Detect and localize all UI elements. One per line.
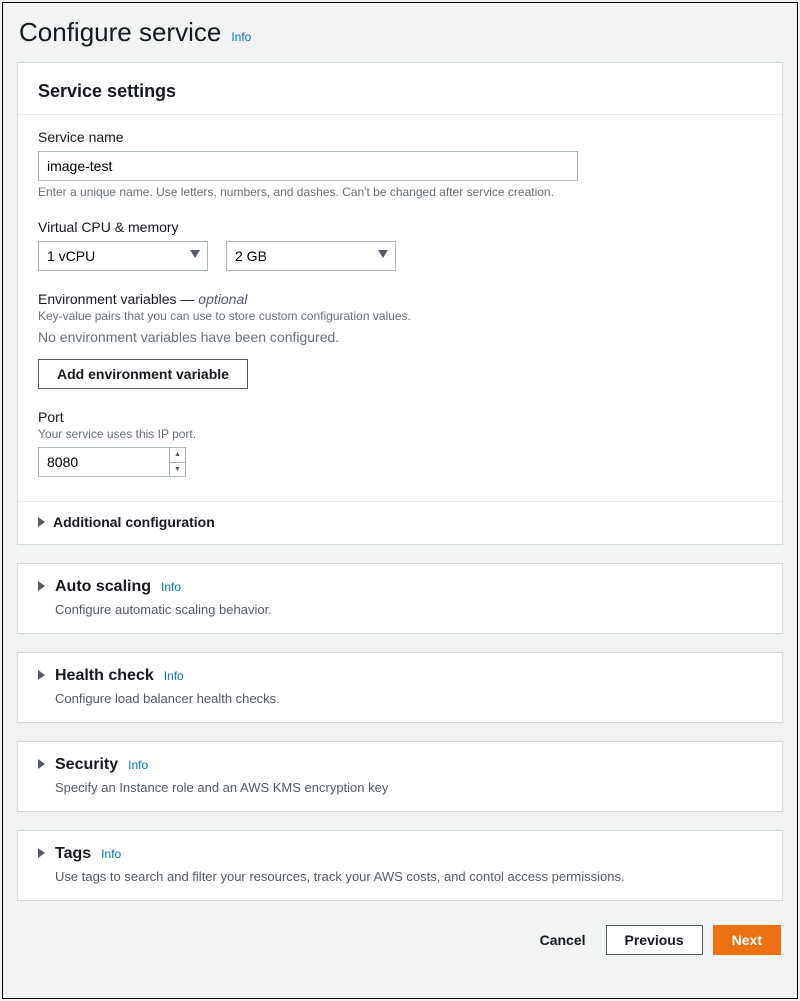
service-settings-title: Service settings [38, 81, 762, 102]
vcpu-select[interactable]: 1 vCPU [38, 241, 208, 271]
health-check-info-link[interactable]: Info [164, 669, 184, 683]
caret-right-icon [38, 848, 45, 858]
add-env-var-button[interactable]: Add environment variable [38, 359, 248, 389]
security-title: Security [55, 756, 118, 774]
cpu-memory-group: Virtual CPU & memory 1 vCPU 2 GB [38, 219, 762, 271]
tags-title: Tags [55, 845, 91, 863]
additional-config-expander[interactable]: Additional configuration [18, 502, 782, 544]
page-info-link[interactable]: Info [231, 30, 251, 44]
tags-header[interactable]: Tags Info [38, 845, 762, 863]
port-input[interactable] [39, 448, 169, 476]
security-panel: Security Info Specify an Instance role a… [17, 741, 783, 812]
env-vars-empty: No environment variables have been confi… [38, 329, 762, 345]
security-desc: Specify an Instance role and an AWS KMS … [55, 780, 762, 795]
env-vars-group: Environment variables — optional Key-val… [38, 291, 762, 389]
auto-scaling-info-link[interactable]: Info [161, 580, 181, 594]
page-title: Configure service [19, 17, 221, 48]
auto-scaling-panel: Auto scaling Info Configure automatic sc… [17, 563, 783, 634]
service-name-hint: Enter a unique name. Use letters, number… [38, 185, 762, 199]
caret-right-icon [38, 581, 45, 591]
next-button[interactable]: Next [713, 925, 781, 955]
caret-right-icon [38, 759, 45, 769]
cpu-memory-label: Virtual CPU & memory [38, 219, 762, 235]
port-step-down[interactable]: ▼ [170, 463, 185, 477]
security-header[interactable]: Security Info [38, 756, 762, 774]
cancel-button[interactable]: Cancel [530, 926, 596, 954]
health-check-desc: Configure load balancer health checks. [55, 691, 762, 706]
port-step-up[interactable]: ▲ [170, 448, 185, 463]
page-header: Configure service Info [19, 17, 783, 48]
service-name-group: Service name Enter a unique name. Use le… [38, 129, 762, 199]
auto-scaling-header[interactable]: Auto scaling Info [38, 578, 762, 596]
port-label: Port [38, 409, 762, 425]
env-vars-optional: optional [198, 291, 247, 307]
tags-panel: Tags Info Use tags to search and filter … [17, 830, 783, 901]
auto-scaling-desc: Configure automatic scaling behavior. [55, 602, 762, 617]
auto-scaling-title: Auto scaling [55, 578, 151, 596]
health-check-header[interactable]: Health check Info [38, 667, 762, 685]
security-info-link[interactable]: Info [128, 758, 148, 772]
health-check-panel: Health check Info Configure load balance… [17, 652, 783, 723]
tags-info-link[interactable]: Info [101, 847, 121, 861]
service-name-input[interactable] [38, 151, 578, 181]
service-name-label: Service name [38, 129, 762, 145]
caret-right-icon [38, 670, 45, 680]
env-vars-label: Environment variables — [38, 291, 194, 307]
tags-desc: Use tags to search and filter your resou… [55, 869, 762, 884]
service-settings-panel: Service settings Service name Enter a un… [17, 62, 783, 545]
caret-right-icon [38, 517, 45, 527]
port-input-wrap: ▲ ▼ [38, 447, 186, 477]
wizard-footer: Cancel Previous Next [17, 919, 783, 961]
env-vars-sublabel: Key-value pairs that you can use to stor… [38, 309, 762, 323]
health-check-title: Health check [55, 667, 154, 685]
previous-button[interactable]: Previous [606, 925, 703, 955]
port-sublabel: Your service uses this IP port. [38, 427, 762, 441]
memory-select[interactable]: 2 GB [226, 241, 396, 271]
additional-config-label: Additional configuration [53, 514, 215, 530]
port-group: Port Your service uses this IP port. ▲ ▼ [38, 409, 762, 477]
